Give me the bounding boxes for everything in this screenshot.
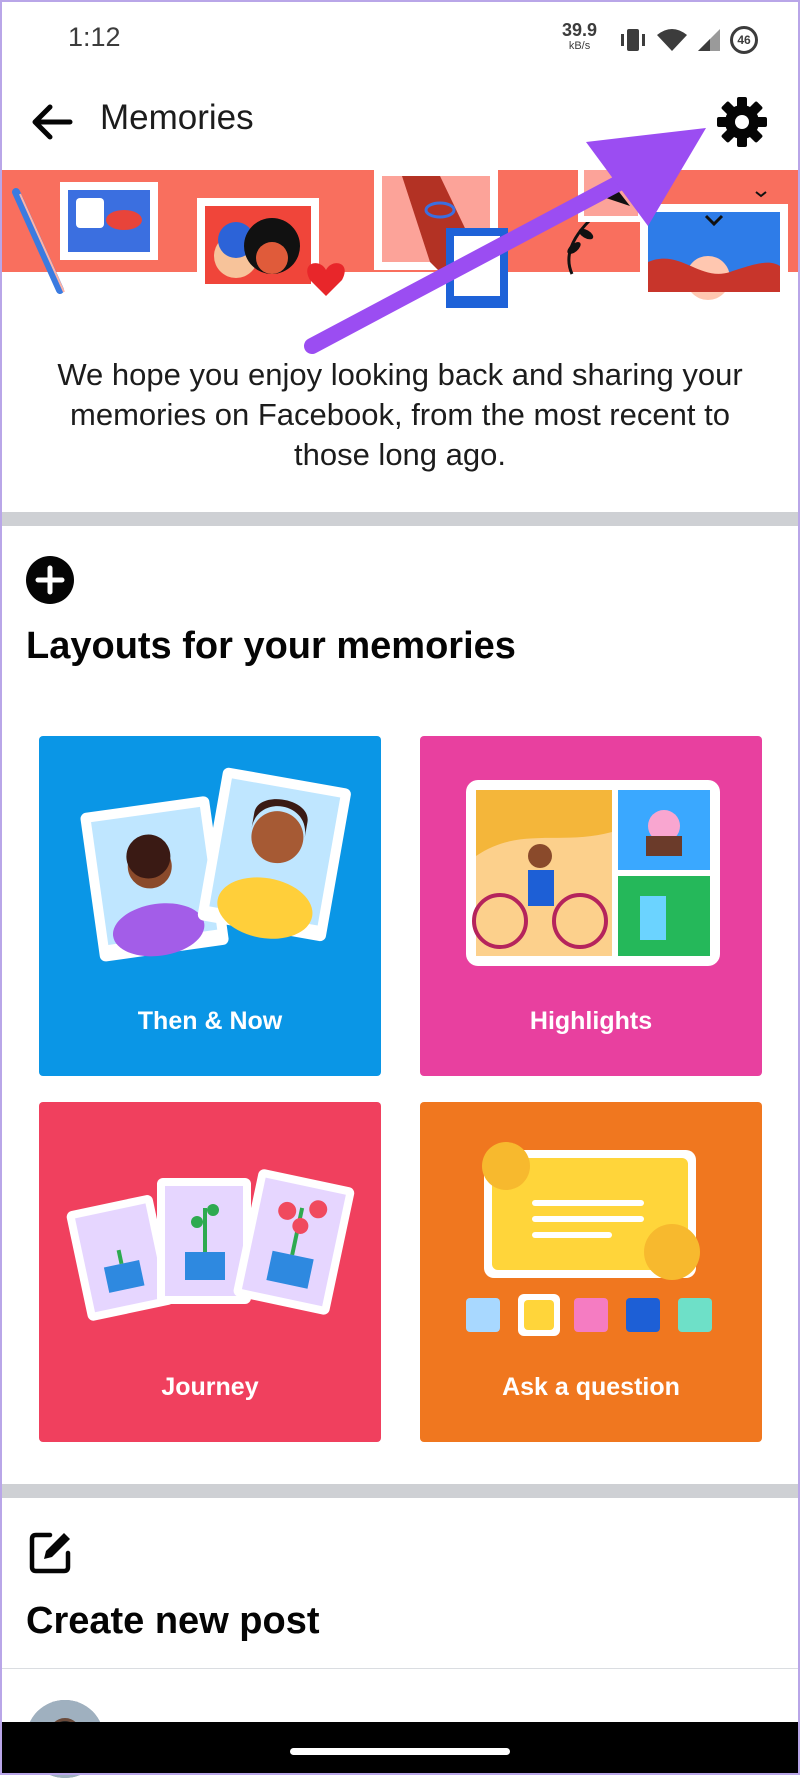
page-title: Memories — [100, 98, 254, 137]
ask-a-question-illustration — [466, 1142, 712, 1336]
edit-icon — [29, 1532, 71, 1574]
card-label: Then & Now — [137, 1007, 283, 1035]
layout-card-then-and-now[interactable]: Then & Now — [39, 736, 381, 1076]
status-icons: 46 — [618, 26, 758, 54]
home-gesture-handle[interactable] — [290, 1748, 510, 1755]
layout-card-journey[interactable]: Journey — [39, 1102, 381, 1442]
journey-illustration — [66, 1169, 355, 1321]
arrow-left-icon — [32, 104, 73, 140]
gear-icon — [717, 97, 767, 147]
plus-circle-icon — [26, 556, 74, 604]
vibrate-icon — [621, 29, 645, 51]
wifi-icon — [657, 29, 687, 51]
highlights-illustration — [466, 780, 720, 966]
card-label: Journey — [161, 1373, 259, 1401]
create-post-button[interactable] — [26, 1527, 76, 1577]
card-label: Highlights — [529, 1007, 653, 1035]
system-nav-bar — [0, 1722, 800, 1775]
then-and-now-illustration — [80, 767, 351, 962]
memories-banner — [0, 162, 800, 308]
back-button[interactable] — [24, 94, 80, 150]
layout-card-ask-a-question[interactable]: Ask a question — [420, 1102, 762, 1442]
settings-button[interactable] — [712, 92, 772, 152]
network-speed-value: 39.9 — [562, 20, 598, 40]
card-label: Ask a question — [502, 1373, 680, 1401]
section-divider — [0, 512, 800, 526]
status-bar: 1:12 39.9 kB/s 46 — [0, 0, 800, 82]
status-time: 1:12 — [68, 22, 121, 52]
battery-level: 46 — [737, 33, 751, 47]
battery-icon: 46 — [730, 26, 758, 54]
section-divider — [0, 1484, 800, 1498]
add-layout-button[interactable] — [26, 556, 74, 604]
banner-illustration — [0, 162, 800, 308]
layouts-title: Layouts for your memories — [26, 625, 516, 667]
signal-icon — [698, 29, 720, 51]
separator — [0, 1668, 800, 1669]
network-speed-unit: kB/s — [568, 40, 591, 52]
app-bar: Memories — [0, 82, 800, 162]
network-speed: 39.9 kB/s — [562, 20, 598, 54]
layout-card-highlights[interactable]: Highlights — [420, 736, 762, 1076]
intro-text: We hope you enjoy looking back and shari… — [57, 357, 743, 472]
create-post-title: Create new post — [26, 1600, 320, 1642]
